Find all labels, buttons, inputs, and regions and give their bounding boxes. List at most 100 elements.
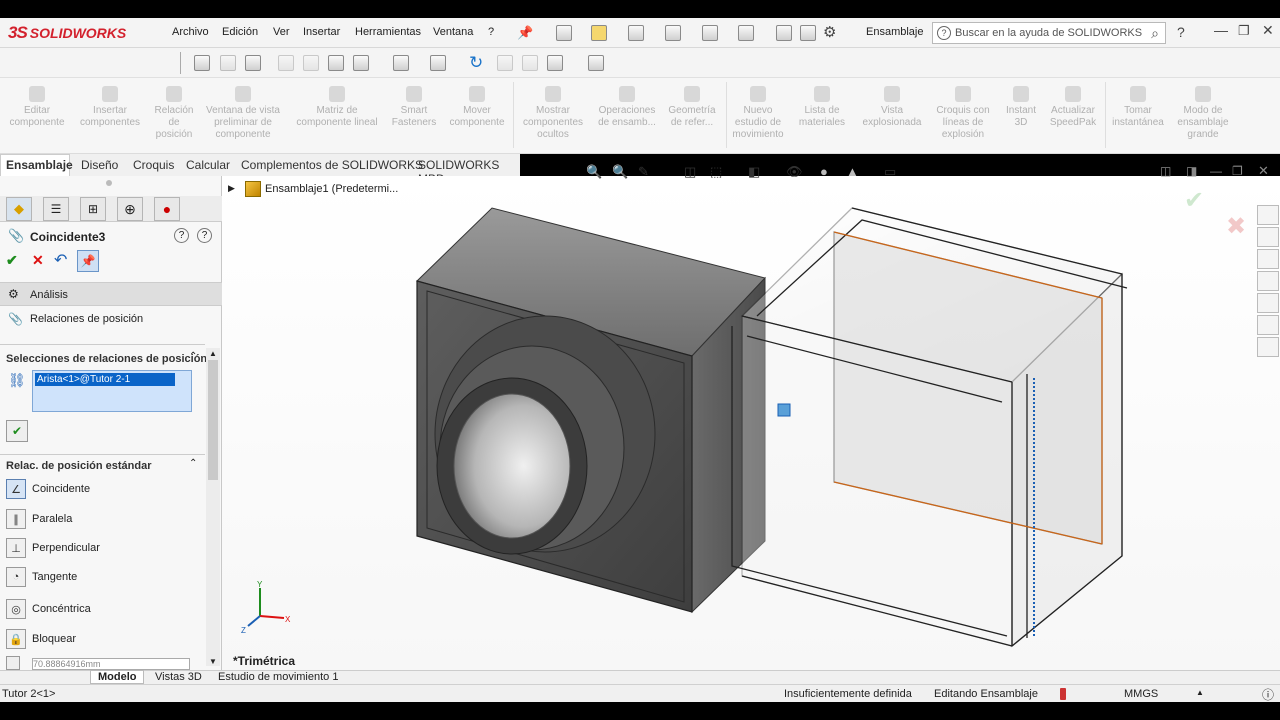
dynamic-annotation-icon[interactable] [303, 55, 319, 71]
mates-label[interactable]: Relaciones de posición [30, 313, 143, 325]
camera-body[interactable] [416, 207, 766, 614]
panel-scrollbar[interactable] [206, 348, 220, 666]
search-icon[interactable]: ⌕ [1151, 25, 1159, 42]
display-manager-tab-icon[interactable]: ● [154, 197, 180, 221]
cmd-instant-3d[interactable]: Instant 3D [1000, 86, 1042, 129]
rebuild-icon[interactable] [776, 25, 792, 41]
menu-ver[interactable]: Ver [273, 26, 290, 38]
apply-scene-icon[interactable] [522, 55, 538, 71]
zoom-selection-icon[interactable] [328, 55, 344, 71]
cmd-smart-fasteners[interactable]: Smart Fasteners [388, 86, 440, 129]
cmd-vista-explosionada[interactable]: Vista explosionada [856, 86, 928, 129]
task-custom-properties-icon[interactable] [1257, 315, 1279, 335]
task-view-palette-icon[interactable] [1257, 271, 1279, 291]
previous-view-icon[interactable] [245, 55, 261, 71]
status-units[interactable]: MMGS [1124, 688, 1158, 700]
undo-icon[interactable]: ↶ [54, 250, 67, 270]
restore-icon[interactable]: ❐ [1238, 23, 1250, 39]
scroll-down-icon[interactable]: ▼ [209, 657, 217, 666]
cmd-geometria-referencia[interactable]: Geometría de refer... [662, 86, 722, 129]
tab-ensamblaje[interactable]: Ensamblaje [6, 158, 73, 172]
select-icon[interactable] [738, 25, 754, 41]
menu-insertar[interactable]: Insertar [303, 26, 340, 38]
save-icon[interactable] [628, 25, 644, 41]
cmd-editar-componente[interactable]: Editar componente [6, 86, 68, 129]
menu-help[interactable]: ? [488, 26, 494, 38]
cmd-croquis-explosion[interactable]: Croquis con líneas de explosión [930, 86, 996, 141]
cmd-actualizar-speedpak[interactable]: Actualizar SpeedPak [1044, 86, 1102, 129]
open-icon[interactable] [591, 25, 607, 41]
cmd-insertar-componentes[interactable]: Insertar componentes [76, 86, 144, 129]
help-icon[interactable]: ? [174, 228, 189, 243]
print-icon[interactable] [665, 25, 681, 41]
multiple-mate-icon[interactable]: ✔ [6, 420, 28, 442]
help-menu-icon[interactable]: ? [1177, 24, 1185, 40]
tab-diseno[interactable]: Diseño [81, 158, 118, 172]
panel-grip[interactable] [106, 180, 112, 186]
options-gear-icon[interactable]: ⚙ [823, 23, 836, 41]
status-help-icon[interactable]: ⓘ [1262, 686, 1274, 703]
undo-icon[interactable] [702, 25, 718, 41]
help-search-field[interactable]: ? Buscar en la ayuda de SOLIDWORKS ⌕ [932, 22, 1166, 44]
display-style-icon[interactable] [393, 55, 409, 71]
cmd-tomar-instantanea[interactable]: Tomar instantánea [1108, 86, 1168, 129]
edit-appearance-icon[interactable] [497, 55, 513, 71]
scroll-up-icon[interactable]: ▲ [209, 349, 217, 358]
menu-ventana[interactable]: Ventana [433, 26, 473, 38]
transparent-box[interactable] [731, 207, 1128, 648]
tab-vistas-3d[interactable]: Vistas 3D [155, 671, 202, 683]
zoom-area-icon[interactable] [220, 55, 236, 71]
mate-paralela[interactable]: ∥ Paralela [6, 507, 206, 531]
feature-tree-tab-icon[interactable]: ◆ [6, 197, 32, 221]
cmd-operaciones-ensamblaje[interactable]: Operaciones de ensamb... [594, 86, 660, 129]
menu-archivo[interactable]: Archivo [172, 26, 209, 38]
mate-coincidente[interactable]: ∠ Coincidente [6, 477, 206, 501]
mate-tangente[interactable]: ◔ Tangente [6, 565, 206, 589]
pushpin-icon[interactable]: 📌 [77, 250, 99, 272]
rotate-view-icon[interactable]: ↻ [469, 53, 483, 73]
configuration-tab-icon[interactable]: ⊞ [80, 197, 106, 221]
cancel-x-icon[interactable]: ✕ [32, 252, 44, 269]
task-appearances-icon[interactable] [1257, 293, 1279, 313]
3d-view-icon[interactable] [588, 55, 604, 71]
view-settings-icon[interactable] [547, 55, 563, 71]
selection-list-box[interactable]: Arista<1>@Tutor 2-1 [32, 370, 192, 412]
cmd-vista-preliminar[interactable]: Ventana de vista preliminar de component… [200, 86, 286, 141]
collapse-icon[interactable]: ⌃ [189, 458, 197, 469]
cmd-estudio-movimiento[interactable]: Nuevo estudio de movimiento [728, 86, 788, 141]
tab-calcular[interactable]: Calcular [186, 158, 230, 172]
graphics-area[interactable]: ▶ Ensamblaje1 (Predetermi... 🔍 🔍 ✎ ◫ ⬚ ◧… [222, 163, 1280, 670]
section-view-icon[interactable] [278, 55, 294, 71]
ok-check-icon[interactable]: ✔ [6, 252, 18, 269]
file-properties-icon[interactable] [800, 25, 816, 41]
hide-show-icon[interactable] [430, 55, 446, 71]
tab-estudio-movimiento[interactable]: Estudio de movimiento 1 [218, 671, 338, 683]
tab-croquis[interactable]: Croquis [133, 158, 174, 172]
cmd-modo-ensamblaje-grande[interactable]: Modo de ensamblaje grande [1170, 86, 1236, 141]
cmd-lista-materiales[interactable]: Lista de materiales [794, 86, 850, 129]
property-manager-tab-icon[interactable]: ☰ [43, 197, 69, 221]
mate-bloquear[interactable]: 🔒 Bloquear [6, 627, 206, 651]
task-home-icon[interactable] [1257, 205, 1279, 225]
collapse-icon[interactable]: ⌃ [189, 351, 197, 362]
rebuild-status-icon[interactable] [1060, 688, 1066, 700]
minimize-icon[interactable]: — [1214, 22, 1228, 38]
mate-concentrica[interactable]: ◎ Concéntrica [6, 597, 206, 621]
detailed-help-icon[interactable]: ? [197, 228, 212, 243]
solidworks-logo[interactable]: 3S SOLIDWORKS [8, 21, 126, 45]
view-orientation-icon[interactable] [353, 55, 369, 71]
new-document-icon[interactable] [556, 25, 572, 41]
dimxpert-tab-icon[interactable]: ⊕ [117, 197, 143, 221]
cmd-mover-componente[interactable]: Mover componente [444, 86, 510, 129]
units-dropdown-icon[interactable]: ▲ [1196, 688, 1204, 697]
zoom-fit-icon[interactable] [194, 55, 210, 71]
task-design-library-icon[interactable] [1257, 227, 1279, 247]
mate-perpendicular[interactable]: ⊥ Perpendicular [6, 536, 206, 560]
selection-item[interactable]: Arista<1>@Tutor 2-1 [35, 373, 175, 386]
menu-edicion[interactable]: Edición [222, 26, 258, 38]
scrollbar-thumb[interactable] [208, 360, 218, 480]
tab-complementos[interactable]: Complementos de SOLIDWORKS [241, 158, 423, 172]
task-forum-icon[interactable] [1257, 337, 1279, 357]
task-file-explorer-icon[interactable] [1257, 249, 1279, 269]
cmd-mostrar-ocultos[interactable]: Mostrar componentes ocultos [518, 86, 588, 141]
